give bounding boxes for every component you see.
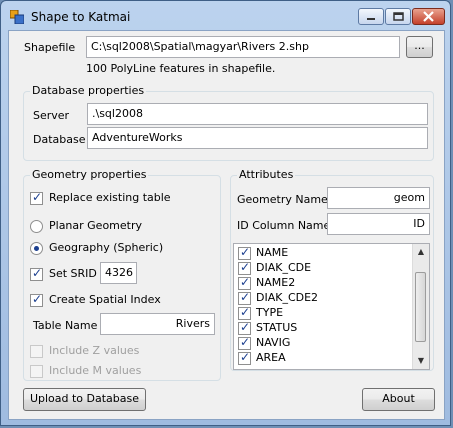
maximize-button[interactable] [385, 8, 411, 25]
planar-geometry-radio[interactable] [30, 220, 43, 233]
column-name: DIAK_CDE [256, 261, 312, 274]
srid-input[interactable]: 4326 [100, 262, 137, 284]
scroll-down-arrow-icon[interactable]: ▼ [413, 353, 429, 369]
column-checkbox[interactable] [238, 320, 251, 335]
replace-table-checkbox[interactable] [30, 190, 43, 205]
column-checkbox[interactable] [238, 245, 251, 260]
scroll-thumb[interactable] [415, 272, 426, 342]
attributes-group: Attributes Geometry Name geom ID Column … [230, 168, 434, 371]
shapefile-label: Shapefile [24, 41, 76, 54]
database-input[interactable]: AdventureWorks [87, 127, 428, 149]
geography-label[interactable]: Geography (Spheric) [49, 241, 163, 254]
scroll-up-arrow-icon[interactable]: ▲ [413, 244, 429, 260]
client-area: Shapefile C:\sql2008\Spatial\magyar\Rive… [8, 30, 445, 420]
upload-to-database-button[interactable]: Upload to Database [23, 388, 146, 411]
app-icon [10, 10, 24, 24]
window-title: Shape to Katmai [31, 10, 131, 24]
minimize-button[interactable] [358, 8, 384, 25]
database-label: Database [33, 133, 86, 146]
set-srid-checkbox[interactable] [30, 266, 43, 281]
column-checkbox[interactable] [238, 305, 251, 320]
maximize-icon [393, 12, 404, 21]
column-name: DIAK_CDE2 [256, 291, 319, 304]
geometry-properties-group: Geometry properties Replace existing tab… [23, 168, 221, 381]
replace-table-label[interactable]: Replace existing table [49, 191, 171, 204]
close-button[interactable] [412, 8, 445, 25]
server-label: Server [33, 109, 70, 122]
server-input[interactable]: .\sql2008 [87, 103, 428, 125]
column-name: NAVIG [256, 336, 291, 349]
column-checkbox[interactable] [238, 290, 251, 305]
geography-radio[interactable] [30, 242, 43, 255]
column-checkbox[interactable] [238, 335, 251, 350]
include-z-label: Include Z values [49, 344, 140, 357]
close-icon [423, 11, 434, 22]
create-spatial-index-checkbox[interactable] [30, 292, 43, 307]
shapefile-info-text: 100 PolyLine features in shapefile. [86, 62, 276, 75]
id-column-input[interactable]: ID [327, 213, 430, 235]
about-button[interactable]: About [362, 388, 435, 411]
column-name: NAME [256, 246, 289, 259]
database-properties-group: Database properties Server .\sql2008 Dat… [23, 84, 434, 161]
title-bar[interactable]: Shape to Katmai [1, 1, 450, 31]
browse-button[interactable]: ... [406, 36, 433, 58]
table-name-input[interactable]: Rivers [100, 313, 215, 335]
column-name: TYPE [256, 306, 284, 319]
set-srid-label[interactable]: Set SRID [49, 267, 97, 280]
create-spatial-index-label[interactable]: Create Spatial Index [49, 293, 161, 306]
geometry-name-label: Geometry Name [237, 193, 328, 206]
column-checkbox[interactable] [238, 260, 251, 275]
list-scrollbar[interactable]: ▲ ▼ [412, 244, 429, 369]
table-name-label: Table Name [33, 319, 98, 332]
column-name: AREA [256, 351, 286, 364]
column-name: STATUS [256, 321, 298, 334]
include-z-checkbox[interactable] [30, 345, 43, 358]
attribute-columns-list[interactable]: NAME DIAK_CDE NAME2 DIAK_CDE2 TYPE STATU… [233, 243, 430, 370]
attributes-legend: Attributes [237, 168, 296, 181]
include-m-label: Include M values [49, 364, 142, 377]
main-window: Shape to Katmai Shapefile C:\sql2008\Spa… [0, 0, 451, 426]
shapefile-path-input[interactable]: C:\sql2008\Spatial\magyar\Rivers 2.shp [86, 36, 400, 58]
database-properties-legend: Database properties [30, 84, 147, 97]
column-checkbox[interactable] [238, 350, 251, 365]
include-m-checkbox[interactable] [30, 365, 43, 378]
id-column-label: ID Column Name [237, 219, 331, 232]
planar-geometry-label[interactable]: Planar Geometry [49, 219, 142, 232]
geometry-properties-legend: Geometry properties [30, 168, 149, 181]
geometry-name-input[interactable]: geom [327, 187, 430, 209]
column-checkbox[interactable] [238, 275, 251, 290]
minimize-icon [367, 18, 375, 20]
column-name: NAME2 [256, 276, 296, 289]
